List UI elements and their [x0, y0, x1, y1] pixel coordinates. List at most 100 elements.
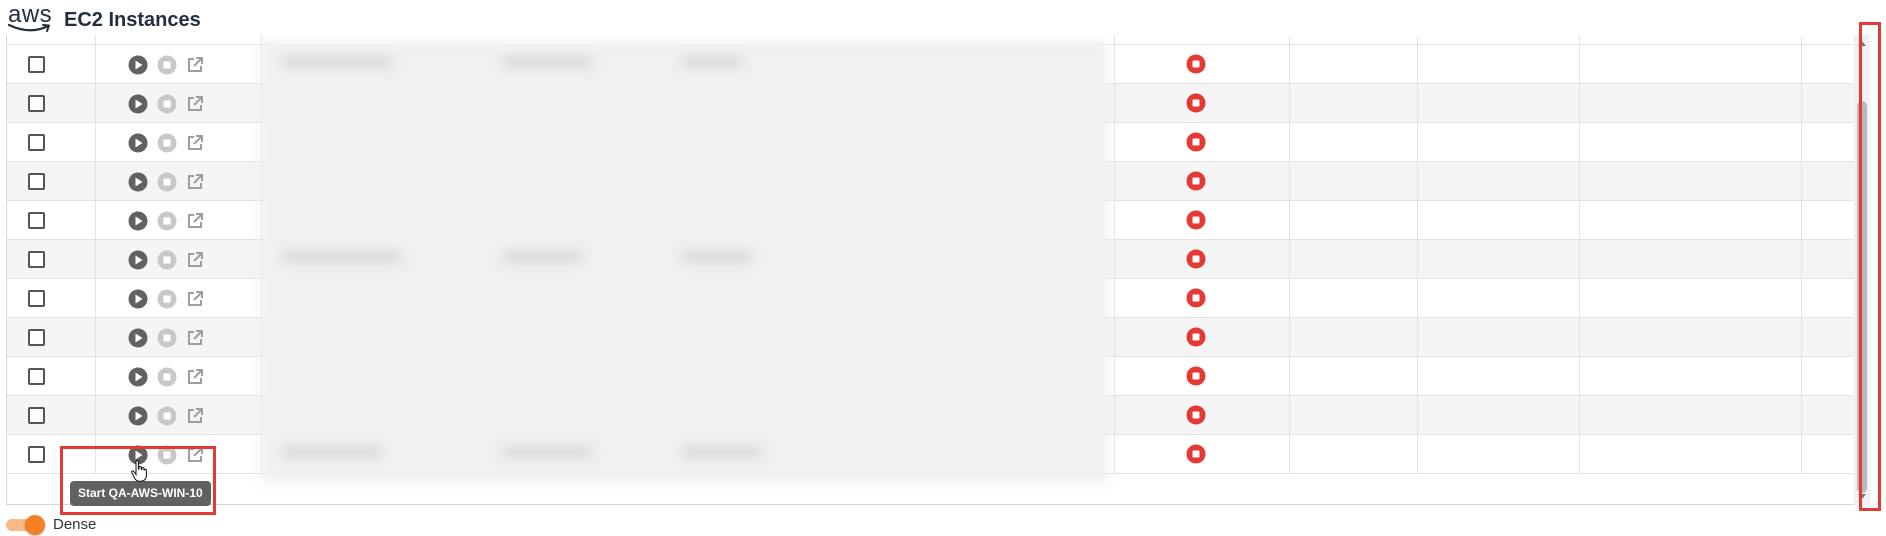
table-cell — [96, 318, 262, 357]
open-external-icon[interactable] — [185, 289, 205, 309]
dense-label: Dense — [53, 516, 97, 533]
stop-icon[interactable] — [157, 172, 177, 192]
table-cell — [7, 123, 96, 162]
table-cell — [1290, 318, 1418, 357]
table-cell — [96, 435, 262, 474]
blurred-data-region — [262, 41, 1107, 483]
start-icon[interactable] — [128, 367, 148, 387]
scroll-thumb[interactable] — [1857, 101, 1867, 493]
table-cell — [7, 201, 96, 240]
row-select-checkbox[interactable] — [28, 251, 45, 268]
stop-icon[interactable] — [157, 445, 177, 465]
table-cell — [1418, 240, 1580, 279]
dense-toggle[interactable] — [6, 515, 45, 535]
table-cell — [1418, 279, 1580, 318]
open-external-icon[interactable] — [185, 55, 205, 75]
stop-circle-icon — [1186, 54, 1206, 74]
table-cell — [7, 279, 96, 318]
table-cell — [1290, 396, 1418, 435]
table-cell — [7, 162, 96, 201]
table-cell — [96, 201, 262, 240]
row-select-checkbox[interactable] — [28, 329, 45, 346]
table-cell — [1290, 123, 1418, 162]
table-cell — [96, 357, 262, 396]
table-cell — [96, 162, 262, 201]
page-title: EC2 Instances — [64, 9, 201, 31]
hand-cursor-icon — [131, 460, 147, 482]
open-external-icon[interactable] — [185, 367, 205, 387]
stop-circle-icon — [1186, 327, 1206, 347]
table-cell — [96, 45, 262, 84]
table-cell — [1418, 435, 1580, 474]
start-icon[interactable] — [128, 211, 148, 231]
row-select-checkbox[interactable] — [28, 134, 45, 151]
table-cell — [1580, 162, 1802, 201]
table-cell — [1290, 357, 1418, 396]
table-cell — [1290, 240, 1418, 279]
open-external-icon[interactable] — [185, 250, 205, 270]
row-select-checkbox[interactable] — [28, 446, 45, 463]
stop-circle-icon — [1186, 171, 1206, 191]
table-cell — [1580, 201, 1802, 240]
open-external-icon[interactable] — [185, 94, 205, 114]
stop-icon[interactable] — [157, 211, 177, 231]
stop-icon[interactable] — [157, 367, 177, 387]
table-cell — [1418, 357, 1580, 396]
open-external-icon[interactable] — [185, 172, 205, 192]
stop-circle-icon — [1186, 210, 1206, 230]
table-cell — [1418, 84, 1580, 123]
start-icon[interactable] — [128, 94, 148, 114]
open-external-icon[interactable] — [185, 211, 205, 231]
start-icon[interactable] — [128, 328, 148, 348]
scroll-down-icon[interactable] — [1858, 494, 1866, 499]
row-select-checkbox[interactable] — [28, 212, 45, 229]
table-cell — [1418, 396, 1580, 435]
table-cell — [96, 240, 262, 279]
table-cell — [7, 84, 96, 123]
table-cell — [1418, 201, 1580, 240]
stop-icon[interactable] — [157, 94, 177, 114]
row-select-checkbox[interactable] — [28, 173, 45, 190]
table-cell — [1580, 279, 1802, 318]
aws-logo: aws — [6, 2, 56, 36]
start-icon[interactable] — [128, 406, 148, 426]
table-cell — [7, 45, 96, 84]
table-cell — [1580, 396, 1802, 435]
table-cell — [1418, 45, 1580, 84]
open-external-icon[interactable] — [185, 133, 205, 153]
row-select-checkbox[interactable] — [28, 368, 45, 385]
stop-icon[interactable] — [157, 55, 177, 75]
open-external-icon[interactable] — [185, 328, 205, 348]
start-icon[interactable] — [128, 289, 148, 309]
stop-icon[interactable] — [157, 289, 177, 309]
row-select-checkbox[interactable] — [28, 56, 45, 73]
table-cell — [96, 123, 262, 162]
table-cell — [7, 396, 96, 435]
start-icon[interactable] — [128, 250, 148, 270]
stop-circle-icon — [1186, 366, 1206, 386]
stop-icon[interactable] — [157, 250, 177, 270]
row-select-checkbox[interactable] — [28, 290, 45, 307]
start-icon[interactable] — [128, 172, 148, 192]
table-cell — [96, 279, 262, 318]
table-cell — [1580, 45, 1802, 84]
page-header: aws EC2 Instances — [6, 2, 201, 36]
table-cell — [7, 318, 96, 357]
stop-icon[interactable] — [157, 406, 177, 426]
dense-toggle-knob[interactable] — [25, 515, 45, 535]
table-cell — [1580, 357, 1802, 396]
stop-icon[interactable] — [157, 328, 177, 348]
start-icon[interactable] — [128, 55, 148, 75]
stop-circle-icon — [1186, 249, 1206, 269]
vertical-scrollbar[interactable] — [1854, 35, 1870, 505]
table-cell — [1418, 123, 1580, 162]
scroll-up-icon[interactable] — [1858, 41, 1866, 46]
start-icon[interactable] — [128, 133, 148, 153]
open-external-icon[interactable] — [185, 406, 205, 426]
open-external-icon[interactable] — [185, 445, 205, 465]
row-select-checkbox[interactable] — [28, 407, 45, 424]
row-select-checkbox[interactable] — [28, 95, 45, 112]
stop-icon[interactable] — [157, 133, 177, 153]
table-cell — [1290, 162, 1418, 201]
table-cell — [1290, 435, 1418, 474]
